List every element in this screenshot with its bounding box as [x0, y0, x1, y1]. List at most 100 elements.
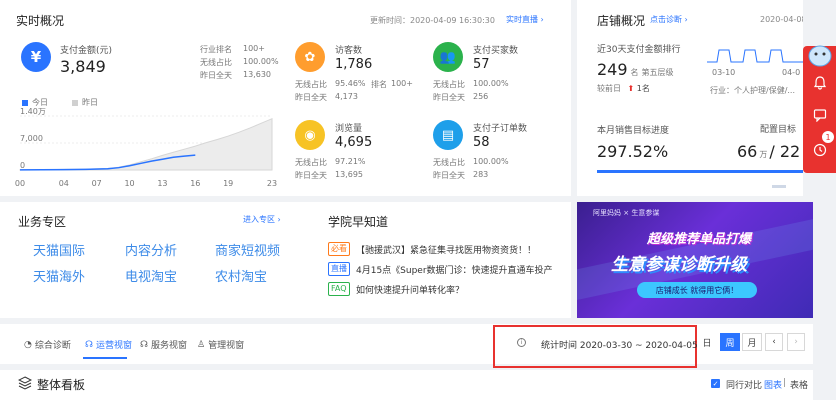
- sidebar-badge: 1: [821, 130, 835, 144]
- config-target-link[interactable]: 配置目标: [760, 122, 796, 135]
- y-tick-label: 1.40万: [20, 108, 46, 116]
- rank-value: 249: [597, 60, 628, 79]
- arrow-up-icon: ⬆: [627, 84, 635, 93]
- next-period-button[interactable]: ›: [787, 333, 805, 351]
- period-label: 统计时间 2020-03-30 ~ 2020-04-05: [541, 341, 698, 351]
- x-tick-label: 23: [267, 179, 277, 188]
- metric-suborders-line1-v: 100.00%: [473, 157, 509, 166]
- zone-tmall-overseas[interactable]: 天猫海外: [33, 266, 85, 285]
- metric-suborders-label: 支付子订单数: [473, 124, 528, 134]
- mascot-avatar[interactable]: [803, 40, 836, 70]
- payment-stat-k-0: 行业排名: [200, 45, 232, 54]
- prev-period-button[interactable]: ‹: [765, 333, 783, 351]
- users-icon: 👥: [433, 42, 463, 72]
- mini-axis-end: 04-0: [782, 68, 801, 77]
- order-icon: ▤: [433, 120, 463, 150]
- yen-icon: ¥: [21, 42, 51, 72]
- x-tick-label: 19: [223, 179, 233, 188]
- view-chart-toggle[interactable]: 图表: [764, 378, 782, 391]
- view-table-toggle[interactable]: 表格: [790, 378, 808, 391]
- news-tag-2: FAQ: [328, 282, 350, 296]
- diagnosis-icon: ◔: [24, 339, 32, 350]
- tab-3[interactable]: ♙ 管理视窗: [197, 338, 245, 352]
- tab-0[interactable]: ◔ 综合诊断: [24, 338, 71, 352]
- period-day-button[interactable]: 日: [698, 333, 716, 351]
- overview-header: [0, 370, 813, 400]
- x-tick-label: 10: [124, 179, 134, 188]
- news-item-1[interactable]: 4月15点《Super数据门诊：快速提升直通车投产: [356, 263, 553, 276]
- x-tick-label: 00: [15, 179, 25, 188]
- amount-line: 66 万 / 22: [737, 142, 800, 161]
- metric-pageviews-value: 4,695: [335, 135, 373, 150]
- eye-icon: ◉: [295, 120, 325, 150]
- tab-1[interactable]: ☊ 运营视窗: [85, 338, 132, 352]
- zone-tv-taobao[interactable]: 电视淘宝: [125, 266, 177, 285]
- carousel-dot[interactable]: [772, 185, 786, 188]
- tab-0-label: 综合诊断: [34, 341, 71, 351]
- payment-value: 3,849: [60, 57, 106, 76]
- tab-2[interactable]: ☊ 服务视窗: [140, 338, 187, 352]
- compare-checkbox[interactable]: ✓: [711, 379, 720, 388]
- banner-cta-label: 店铺成长 就得用它俩！: [655, 285, 739, 295]
- rank-mini-chart: [707, 49, 803, 63]
- legend-yesterday-swatch: [72, 99, 78, 106]
- x-tick-label: 16: [190, 179, 200, 188]
- y-tick-label: 7,000: [20, 134, 43, 143]
- payment-stat-v-1: 100.00%: [243, 57, 279, 66]
- bell-icon: [813, 76, 826, 90]
- diagnose-link[interactable]: 点击诊断 ›: [650, 14, 688, 25]
- chevron-left-icon: ‹: [772, 337, 776, 347]
- period-week-button[interactable]: 周: [720, 333, 740, 351]
- view-separator: |: [783, 378, 787, 388]
- business-card: 业务专区 进入专区 › 天猫国际 内容分析 商家短视频 天猫海外 电视淘宝 农村…: [0, 202, 571, 318]
- chevron-right-icon: ›: [794, 337, 798, 347]
- legend-today[interactable]: 今日: [22, 97, 48, 108]
- target-progress-bar: [597, 170, 803, 173]
- update-time: 更新时间：2020-04-09 16:30:30: [370, 16, 495, 25]
- metric-suborders-line1-k: 无线占比: [433, 158, 465, 167]
- live-link[interactable]: 实时直播 ›: [506, 14, 544, 25]
- diagnose-link-label: 点击诊断: [650, 15, 682, 24]
- metric-buyers-line2-k: 昨日全天: [433, 93, 465, 102]
- legend-today-label: 今日: [32, 98, 48, 107]
- compare-line: 较前日 ⬆ 1名: [597, 83, 650, 94]
- news-tag-0: 必看: [328, 242, 350, 256]
- metric-visitors-rank-v: 100+: [391, 79, 413, 88]
- zone-content-analysis[interactable]: 内容分析: [125, 240, 177, 259]
- compare-label: 同行对比: [726, 381, 763, 391]
- metric-suborders-line2-v: 283: [473, 170, 489, 179]
- shop-date: 2020-04-08: [760, 15, 803, 24]
- promo-banner[interactable]: 阿里妈妈 × 生意参谋 超级推荐单品打爆 生意参谋诊断升级 店铺成长 就得用它俩…: [577, 202, 813, 318]
- metric-buyers-line2-v: 256: [473, 92, 489, 101]
- metric-buyers-line1-k: 无线占比: [433, 80, 465, 89]
- chevron-right-icon: ›: [684, 15, 688, 24]
- chevron-right-icon: ›: [540, 15, 544, 24]
- notification-button[interactable]: [803, 70, 836, 96]
- amount-unit: 万: [759, 150, 768, 159]
- period-month-button[interactable]: 月: [742, 333, 762, 351]
- legend-yesterday[interactable]: 昨日: [72, 97, 98, 108]
- operation-icon: ☊: [85, 339, 93, 350]
- enter-zone-link[interactable]: 进入专区 ›: [243, 214, 281, 225]
- elephant-icon: [808, 45, 831, 67]
- live-link-label: 实时直播: [506, 15, 538, 24]
- metric-suborders-value: 58: [473, 135, 490, 150]
- amount-value: 66: [737, 142, 758, 161]
- shop-card: 店铺概况 点击诊断 › 2020-04-08 近30天支付金额排行 249 名 …: [577, 0, 803, 196]
- tab-3-label: 管理视窗: [208, 341, 245, 351]
- payment-stat-k-1: 无线占比: [200, 58, 232, 67]
- message-button[interactable]: [803, 102, 836, 128]
- x-tick-label: 13: [157, 179, 167, 188]
- x-tick-label: 07: [92, 179, 102, 188]
- metric-visitors-label: 访客数: [335, 46, 363, 56]
- news-item-2[interactable]: 如何快速提升问单转化率？: [356, 283, 464, 296]
- payment-label: 支付金额(元): [60, 46, 113, 56]
- info-circle-icon: i: [517, 338, 526, 347]
- rank-line: 249 名 第五层级: [597, 60, 674, 79]
- footprint-icon: ✿: [295, 42, 325, 72]
- zone-tmall-global[interactable]: 天猫国际: [33, 240, 85, 259]
- metric-visitors-line1-v: 95.46%: [335, 79, 366, 88]
- zone-rural-taobao[interactable]: 农村淘宝: [215, 266, 267, 285]
- zone-short-video[interactable]: 商家短视频: [215, 240, 280, 259]
- news-item-0[interactable]: 【驰援武汉】紧急征集寻找医用物资资货！！: [356, 243, 536, 256]
